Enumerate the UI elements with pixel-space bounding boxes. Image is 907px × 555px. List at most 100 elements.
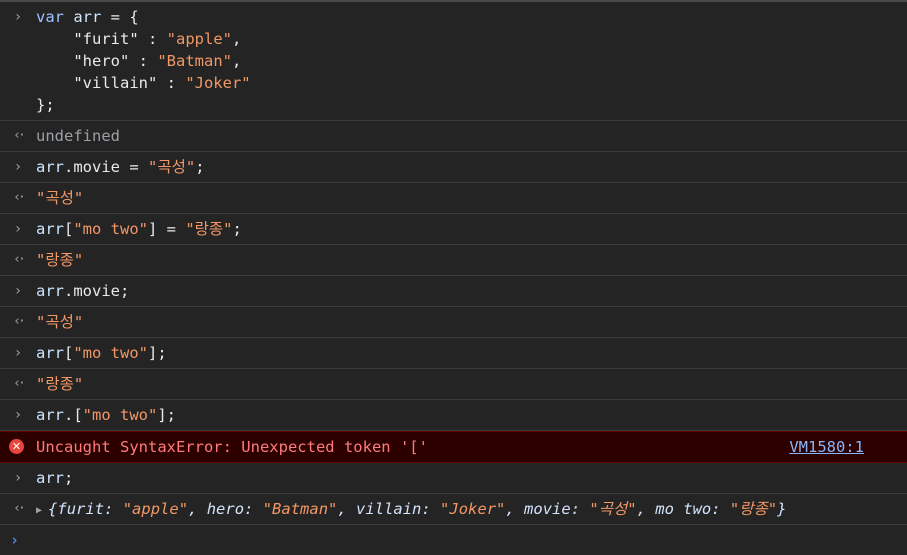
code-token: "Batman" [262, 500, 338, 518]
code-line: ‹· "랑종" [13, 249, 907, 271]
code-line: › var arr = { [14, 6, 907, 28]
code-token: "mo two" [73, 220, 148, 238]
code-token: : [711, 500, 730, 518]
code-token: , [231, 52, 242, 70]
code-token: villain [356, 500, 422, 518]
output-chevron-icon: ‹· [13, 190, 26, 205]
code-token: "곡성" [36, 189, 84, 207]
code-token: arr [36, 158, 64, 176]
console-output-entry: ‹· "곡성" [0, 307, 907, 338]
input-chevron-icon: › [13, 407, 23, 423]
code-token: [ [64, 344, 74, 362]
code-token: movie [524, 500, 571, 518]
code-token: ]; [157, 406, 176, 424]
input-chevron-icon: › [13, 221, 23, 237]
code-line: ‹· "곡성" [13, 311, 907, 333]
console-input-entry: › arr["mo two"]; [0, 338, 907, 369]
code-token: "랑종" [36, 375, 84, 393]
code-token: "랑종" [185, 220, 233, 238]
code-line: ‹· "랑종" [13, 373, 907, 395]
output-chevron-icon: ‹· [13, 501, 26, 516]
code-token: = { [101, 8, 139, 26]
console-output-entry: ‹· "랑종" [0, 369, 907, 400]
console-output-entry: ‹· "곡성" [0, 183, 907, 214]
code-line: › arr.movie = "곡성"; [14, 156, 907, 178]
code-line: › arr; [14, 467, 907, 489]
code-token: undefined [36, 127, 120, 145]
code-line: › arr.["mo two"]; [14, 404, 907, 426]
code-token: var [36, 8, 64, 26]
expand-triangle-icon[interactable]: ▶ [36, 500, 42, 522]
code-token: , [505, 500, 525, 518]
code-token: , [188, 500, 207, 518]
code-token: "hero" : [36, 52, 158, 70]
code-token: , [231, 30, 242, 48]
output-chevron-icon: ‹· [13, 314, 26, 329]
input-chevron-icon: › [13, 9, 23, 25]
code-token: : [104, 500, 123, 518]
code-token: mo two [655, 500, 712, 518]
code-token: arr [73, 8, 102, 26]
code-token: "apple" [166, 30, 232, 48]
input-chevron-icon: › [13, 159, 23, 175]
code-token: "곡성" [36, 313, 84, 331]
code-token: "랑종" [729, 500, 778, 518]
console-input-entry: › arr.movie; [0, 276, 907, 307]
code-token: : [570, 500, 590, 518]
code-token: hero [206, 500, 245, 518]
code-token: ; [64, 469, 74, 487]
code-token: { [48, 500, 58, 518]
console-input-entry: › arr.movie = "곡성"; [0, 152, 907, 183]
code-token: "furit" : [36, 30, 167, 48]
error-icon: ✕ [9, 439, 24, 454]
console-log: › var arr = { "furit" : "apple", "hero" :… [0, 2, 907, 525]
code-token: ; [232, 220, 242, 238]
code-line: ‹· "곡성" [13, 187, 907, 209]
code-token: }; [36, 96, 55, 114]
console-prompt[interactable]: › [0, 525, 907, 555]
input-chevron-icon: › [13, 283, 23, 299]
code-line: }; [36, 94, 907, 116]
code-line: ‹· undefined [13, 125, 907, 147]
code-token: arr [36, 344, 64, 362]
code-token: "Batman" [157, 52, 232, 70]
code-token: [ [64, 220, 74, 238]
console-input-entry: › var arr = { "furit" : "apple", "hero" :… [0, 2, 907, 121]
source-link[interactable]: VM1580:1 [789, 436, 864, 458]
output-chevron-icon: ‹· [13, 376, 26, 391]
code-line: "villain" : "Joker" [36, 72, 907, 94]
code-token: ] = [148, 220, 186, 238]
code-token: arr [36, 469, 64, 487]
output-chevron-icon: ‹· [13, 128, 26, 143]
code-token: arr [36, 220, 64, 238]
console-output-entry: ‹· "랑종" [0, 245, 907, 276]
code-token: "Joker" [185, 74, 251, 92]
code-line: "hero" : "Batman", [36, 50, 907, 72]
code-token: "villain" : [36, 74, 186, 92]
code-token: : [421, 500, 441, 518]
code-token: furit [57, 500, 105, 518]
input-chevron-icon: › [13, 345, 23, 361]
code-token: "Joker" [440, 500, 506, 518]
code-token: .[ [64, 406, 83, 424]
code-line: › arr.movie; [14, 280, 907, 302]
console-output-entry: ‹· undefined [0, 121, 907, 152]
code-line: ‹· ▶ {furit: "apple", hero: "Batman", vill… [13, 498, 907, 522]
code-token: , [337, 500, 357, 518]
output-chevron-icon: ‹· [13, 252, 26, 267]
code-token: : [244, 500, 263, 518]
code-line: › arr["mo two"] = "랑종"; [14, 218, 907, 240]
code-token: "mo two" [82, 406, 158, 424]
input-chevron-icon: › [13, 470, 23, 486]
code-token: arr [36, 406, 64, 424]
code-token: "apple" [122, 500, 189, 518]
code-token: .movie = [64, 158, 148, 176]
code-token: arr [36, 282, 64, 300]
code-line: "furit" : "apple", [36, 28, 907, 50]
code-token: ]; [148, 344, 167, 362]
code-token: "mo two" [73, 344, 148, 362]
code-line: › arr["mo two"]; [14, 342, 907, 364]
code-token: .movie; [64, 282, 130, 300]
console-error-entry: ✕ Uncaught SyntaxError: Unexpected token … [0, 431, 907, 463]
